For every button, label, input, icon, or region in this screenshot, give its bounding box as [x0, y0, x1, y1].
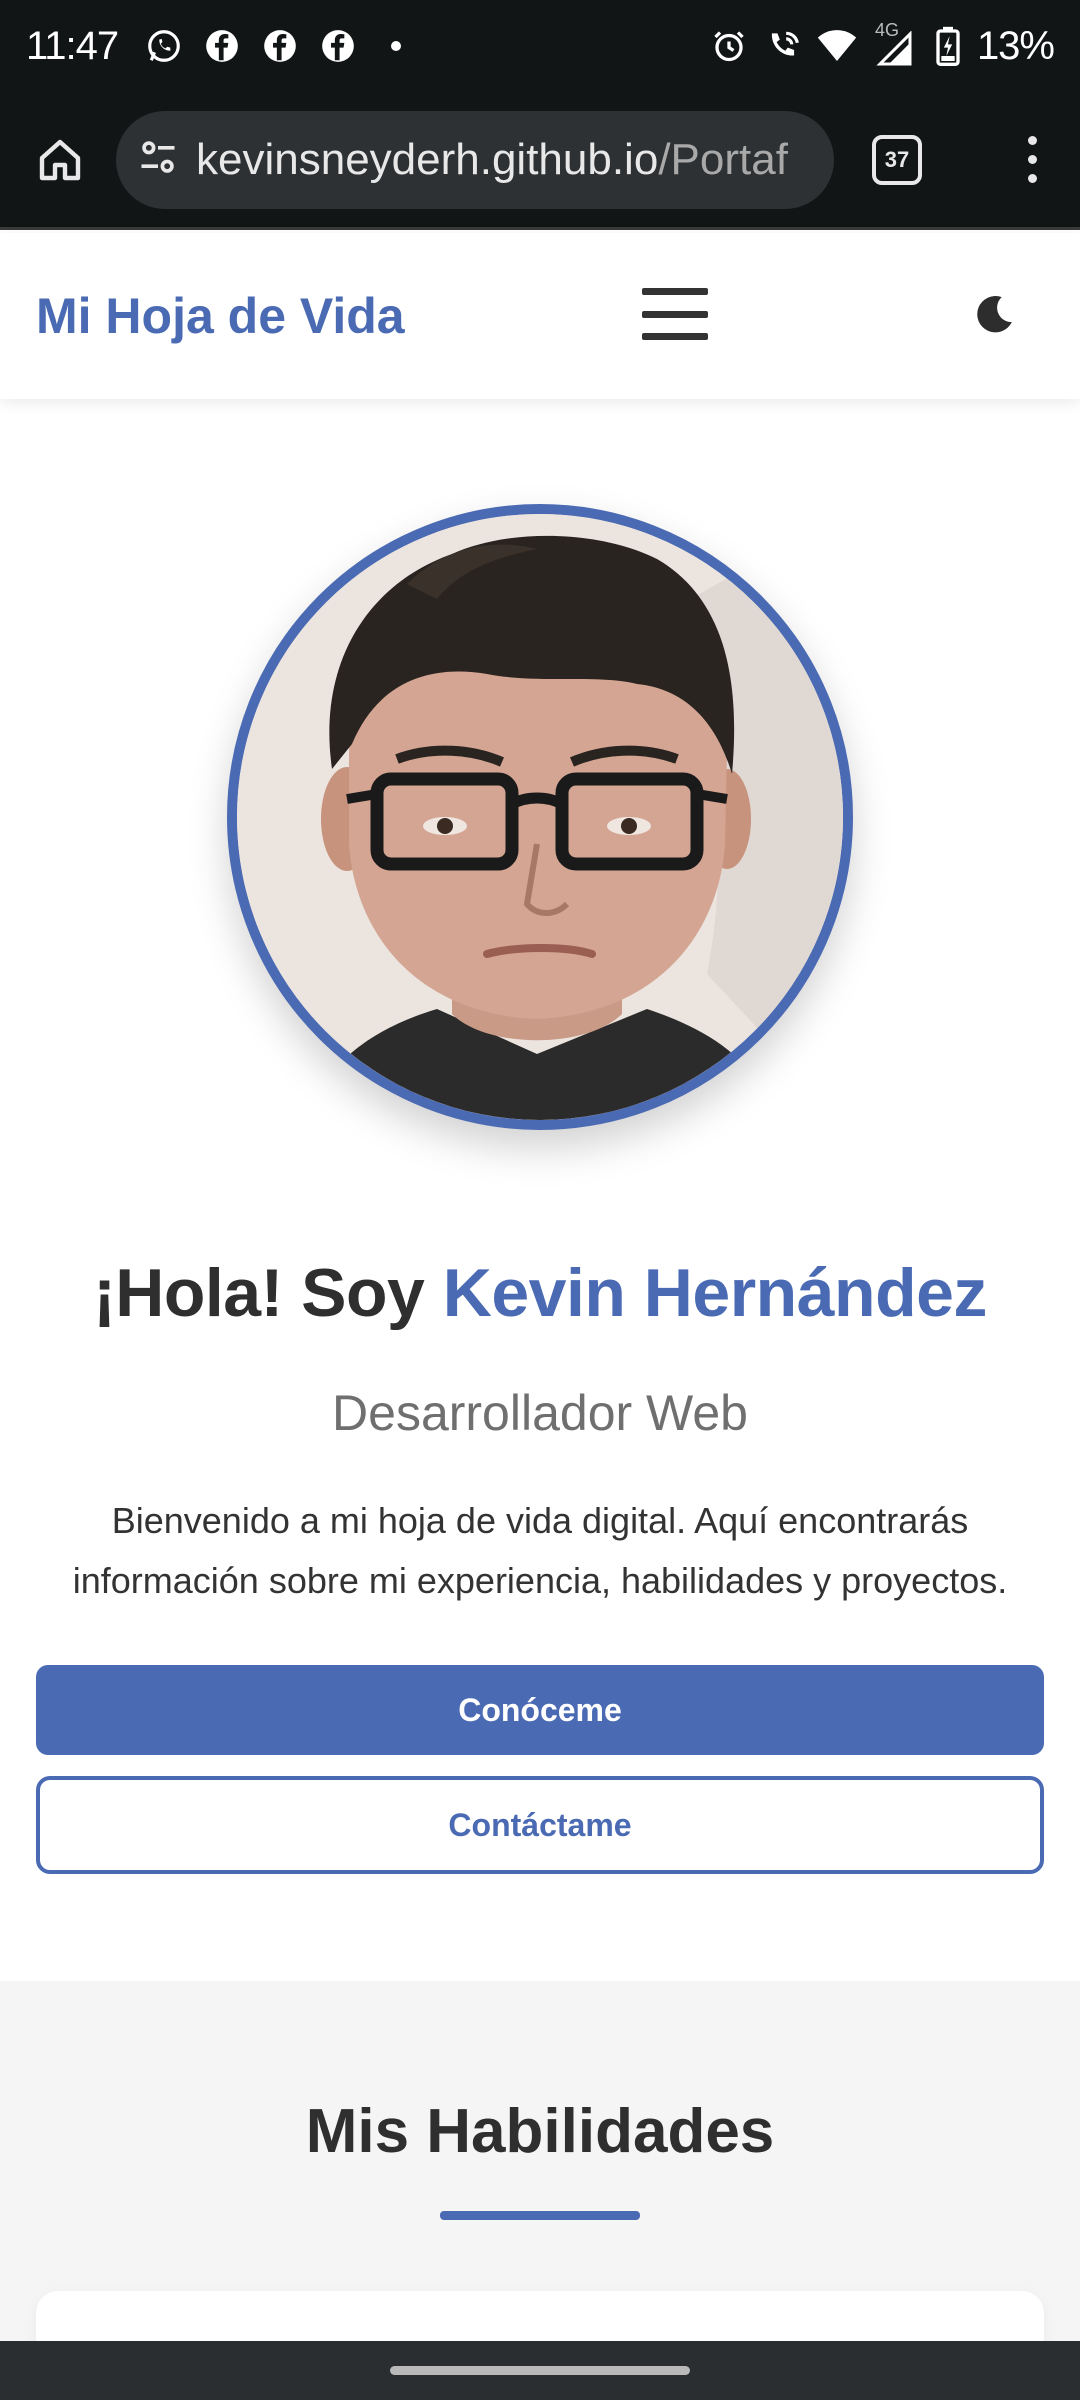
status-time: 11:47 — [26, 23, 119, 68]
network-type-label: 4G — [874, 20, 899, 40]
url-text[interactable]: kevinsneyderh.github.io/Portaf — [196, 135, 788, 185]
wifi-calling-icon — [763, 26, 803, 66]
battery-percentage: 13% — [976, 23, 1055, 68]
more-vert-dot — [1027, 155, 1037, 164]
browser-toolbar: kevinsneyderh.github.io/Portaf 37 — [0, 92, 1080, 230]
skills-section: Mis Habilidades — [0, 1981, 1080, 2341]
system-icons: 4G 13% — [709, 20, 1055, 69]
more-vert-dot — [1027, 174, 1037, 183]
address-bar[interactable]: kevinsneyderh.github.io/Portaf — [116, 110, 834, 209]
hero-subtitle: Desarrollador Web — [332, 1385, 748, 1441]
hero-heading: ¡Hola! Soy Kevin Hernández — [0, 1254, 1080, 1332]
more-vert-icon — [1027, 136, 1037, 145]
site-navbar: Mi Hoja de Vida — [0, 233, 1080, 399]
hamburger-menu-button[interactable] — [642, 288, 708, 340]
wifi-icon — [817, 26, 857, 66]
theme-toggle-button[interactable] — [972, 291, 1018, 337]
whatsapp-icon — [144, 26, 184, 66]
name-text: Kevin Hernández — [442, 1255, 988, 1331]
home-button[interactable] — [28, 128, 92, 192]
home-icon — [39, 139, 81, 180]
brand-link[interactable]: Mi Hoja de Vida — [36, 287, 405, 345]
heading-underline — [440, 2211, 640, 2220]
menu-icon-bar — [642, 288, 708, 295]
facebook-icon — [318, 26, 358, 66]
notification-icons — [144, 26, 416, 66]
hero-description: Bienvenido a mi hoja de vida digital. Aq… — [72, 1500, 1008, 1601]
facebook-icon — [260, 26, 300, 66]
home-gesture-handle[interactable] — [390, 2366, 690, 2375]
site-settings-icon[interactable] — [136, 135, 180, 184]
menu-icon-bar — [642, 333, 708, 340]
dot-icon — [376, 26, 416, 66]
contact-me-button[interactable]: Contáctame — [36, 1776, 1044, 1874]
moon-icon — [977, 296, 1012, 333]
greeting-text: ¡Hola! Soy — [93, 1255, 443, 1331]
facebook-icon — [202, 26, 242, 66]
alarm-icon — [709, 26, 749, 66]
tab-count: 37 — [884, 146, 910, 172]
about-me-button[interactable]: Conóceme — [36, 1665, 1044, 1755]
tab-switcher-button[interactable]: 37 — [872, 134, 922, 185]
skill-card — [36, 2291, 1044, 2341]
profile-photo — [227, 504, 853, 1130]
signal-4g-icon: 4G — [871, 20, 919, 66]
gesture-navigation-bar — [0, 2341, 1080, 2400]
url-path: /Portaf — [658, 134, 788, 184]
skills-heading: Mis Habilidades — [305, 2097, 775, 2166]
status-bar: 11:47 4G 13% — [0, 0, 1080, 92]
hero-section: ¡Hola! Soy Kevin Hernández Desarrollador… — [0, 399, 1080, 1981]
url-domain: kevinsneyderh.github.io — [196, 134, 659, 184]
browser-menu-button[interactable] — [1012, 128, 1052, 192]
battery-charging-icon — [933, 26, 963, 66]
menu-icon-bar — [642, 310, 708, 318]
